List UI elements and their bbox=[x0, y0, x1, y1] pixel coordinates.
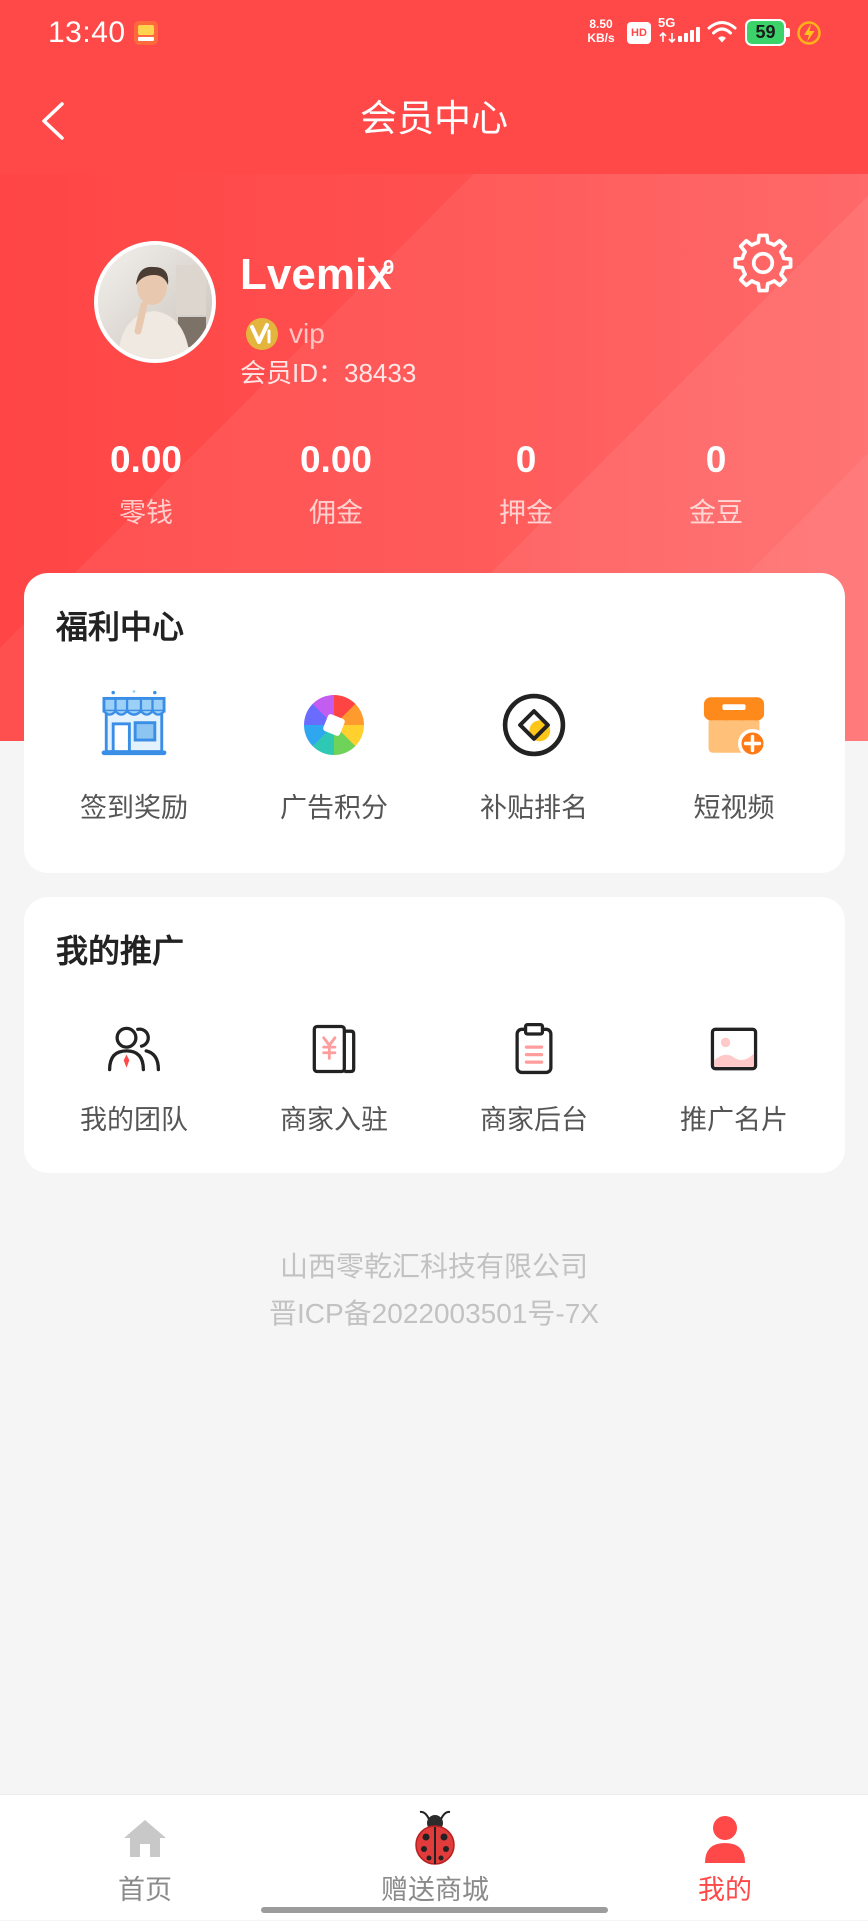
welfare-item-subsidy-rank[interactable]: 补贴排名 bbox=[434, 573, 634, 873]
person-icon bbox=[705, 1816, 745, 1863]
promotion-item-label: 推广名片 bbox=[680, 1105, 788, 1135]
coin-icon bbox=[502, 693, 566, 757]
team-icon bbox=[107, 1026, 161, 1072]
stat-gold-beans[interactable]: 0 金豆 bbox=[621, 437, 811, 537]
header-bar bbox=[0, 0, 868, 174]
stat-label: 零钱 bbox=[119, 498, 173, 528]
welfare-card: 福利中心 签到奖励 广告积分 补贴排名 短视频 bbox=[24, 573, 845, 873]
bottom-tab-bar: 首页 赠送商城 我的 bbox=[0, 1794, 868, 1920]
page-title: 会员中心 bbox=[360, 98, 508, 139]
tab-label: 首页 bbox=[118, 1875, 172, 1905]
promotion-item-merchant-join[interactable]: 商家入驻 bbox=[234, 897, 434, 1173]
icp-number[interactable]: 晋ICP备2022003501号-7X bbox=[0, 1296, 868, 1332]
stat-change[interactable]: 0.00 零钱 bbox=[51, 437, 241, 537]
stat-commission[interactable]: 0.00 佣金 bbox=[241, 437, 431, 537]
home-indicator[interactable] bbox=[261, 1907, 608, 1913]
cell-signal: 5G bbox=[658, 16, 700, 46]
company-name: 山西零乾汇科技有限公司 bbox=[279, 1251, 588, 1282]
promotion-card: 我的推广 我的团队 商家入驻 商家后台 推广名片 bbox=[24, 897, 845, 1173]
welfare-item-label: 补贴排名 bbox=[480, 793, 588, 823]
tab-mine[interactable]: 我的 bbox=[605, 1795, 845, 1921]
stat-value: 0 bbox=[705, 439, 727, 480]
welfare-item-label: 短视频 bbox=[693, 793, 775, 823]
tab-label: 我的 bbox=[698, 1875, 752, 1905]
welfare-item-short-video[interactable]: 短视频 bbox=[634, 573, 834, 873]
promotion-item-label: 商家入驻 bbox=[280, 1105, 388, 1135]
vip-badge-icon bbox=[246, 318, 278, 350]
settings-button[interactable] bbox=[730, 230, 796, 296]
stat-value: 0.00 bbox=[299, 439, 372, 480]
battery-level: 59 bbox=[755, 22, 776, 42]
tab-label: 赠送商城 bbox=[381, 1875, 489, 1905]
network-type: 5G bbox=[658, 15, 676, 30]
aperture-icon bbox=[297, 688, 371, 762]
tab-gift-mall[interactable]: 赠送商城 bbox=[315, 1795, 555, 1921]
welfare-item-checkin[interactable]: 签到奖励 bbox=[34, 573, 234, 873]
hd-badge: HD bbox=[627, 22, 651, 44]
home-icon bbox=[124, 1820, 166, 1857]
promotion-item-merchant-admin[interactable]: 商家后台 bbox=[434, 897, 634, 1173]
clipboard-icon bbox=[515, 1022, 553, 1075]
status-time: 13:40 bbox=[48, 16, 126, 49]
net-speed-unit: KB/s bbox=[587, 31, 615, 45]
stat-label: 押金 bbox=[499, 498, 553, 528]
picture-icon bbox=[710, 1027, 758, 1071]
battery-tip bbox=[786, 28, 790, 37]
promotion-item-label: 商家后台 bbox=[480, 1105, 588, 1135]
welfare-item-ad-points[interactable]: 广告积分 bbox=[234, 573, 434, 873]
shop-add-icon bbox=[703, 697, 767, 758]
merchant-doc-icon bbox=[312, 1024, 356, 1074]
promotion-item-card[interactable]: 推广名片 bbox=[634, 897, 834, 1173]
ladybug-icon bbox=[415, 1810, 455, 1865]
user-name-badge: 9 bbox=[383, 257, 395, 279]
promotion-grid: 我的团队 商家入驻 商家后台 推广名片 bbox=[34, 897, 834, 1173]
store-icon bbox=[101, 690, 167, 756]
stat-label: 金豆 bbox=[689, 498, 743, 528]
member-level: vip bbox=[289, 318, 325, 349]
wifi-icon bbox=[707, 21, 737, 43]
promotion-item-label: 我的团队 bbox=[80, 1105, 188, 1135]
avatar-photo bbox=[98, 245, 212, 359]
charging-bolt-icon bbox=[797, 21, 821, 45]
welfare-item-label: 广告积分 bbox=[280, 793, 388, 823]
user-name: Lvemix bbox=[240, 250, 392, 299]
net-speed-value: 8.50 bbox=[589, 17, 613, 31]
stat-deposit[interactable]: 0 押金 bbox=[431, 437, 621, 537]
net-speed: 8.50 KB/s bbox=[582, 17, 620, 45]
member-id-label: 会员ID： bbox=[240, 358, 345, 388]
app-notification-icon bbox=[134, 21, 158, 45]
avatar[interactable] bbox=[94, 241, 216, 363]
member-id: 会员ID：38433 bbox=[240, 356, 416, 390]
aperture-center bbox=[322, 713, 346, 737]
welfare-item-label: 签到奖励 bbox=[80, 793, 188, 823]
stat-value: 0 bbox=[515, 439, 537, 480]
wallet-stats: 0.00 零钱 0.00 佣金 0 押金 0 金豆 bbox=[51, 437, 811, 537]
tab-home[interactable]: 首页 bbox=[25, 1795, 265, 1921]
welfare-grid: 签到奖励 广告积分 补贴排名 短视频 bbox=[34, 573, 834, 873]
aperture-wheel bbox=[304, 695, 364, 755]
member-id-value: 38433 bbox=[344, 358, 417, 388]
gear-icon bbox=[733, 233, 793, 293]
promotion-item-team[interactable]: 我的团队 bbox=[34, 897, 234, 1173]
stat-label: 佣金 bbox=[309, 498, 363, 528]
stat-value: 0.00 bbox=[109, 439, 182, 480]
battery-indicator: 59 bbox=[745, 19, 791, 46]
